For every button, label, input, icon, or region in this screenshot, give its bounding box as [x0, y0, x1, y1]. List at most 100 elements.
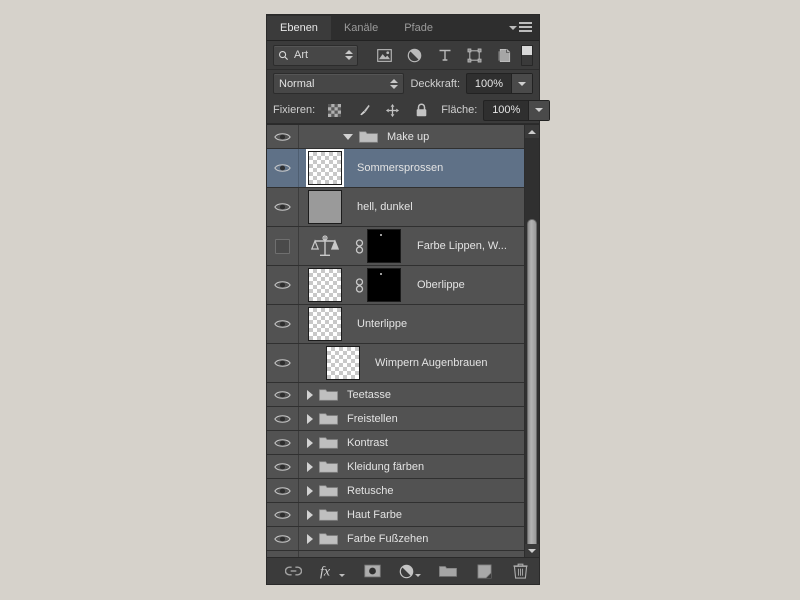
- layer-thumbnail-slot[interactable]: [299, 190, 351, 224]
- table-row[interactable]: Haut Farbe: [267, 503, 525, 527]
- layer-visibility-toggle[interactable]: [267, 344, 299, 382]
- table-row[interactable]: Freistellen: [267, 407, 525, 431]
- layer-thumbnail-slot[interactable]: [299, 307, 351, 341]
- table-row[interactable]: Sommersprossen: [267, 149, 525, 188]
- table-row[interactable]: Oberlippe: [267, 266, 525, 305]
- folder-icon: [319, 461, 338, 473]
- layer-visibility-toggle[interactable]: [267, 455, 299, 478]
- layer-mask-thumbnail[interactable]: [367, 268, 401, 302]
- adjustment-thumbnail-slot[interactable]: [299, 234, 351, 258]
- table-row[interactable]: Wimpern Augenbrauen: [267, 344, 525, 383]
- fill-label: Fläche:: [441, 104, 478, 116]
- filter-kind-select[interactable]: Art: [273, 44, 359, 66]
- panel-menu-icon[interactable]: [509, 20, 532, 34]
- table-row[interactable]: Vorbereitung: [267, 551, 525, 557]
- lock-image-pixels-icon[interactable]: [356, 103, 371, 118]
- table-row[interactable]: hell, dunkel: [267, 188, 525, 227]
- fill-dropdown-icon[interactable]: [528, 100, 550, 120]
- group-disclosure-closed-icon[interactable]: [307, 389, 313, 400]
- scroll-up-button[interactable]: [525, 125, 539, 138]
- group-disclosure-closed-icon[interactable]: [307, 437, 313, 448]
- delete-layer-icon[interactable]: [511, 562, 529, 580]
- table-row[interactable]: Make up: [267, 125, 525, 149]
- lock-all-icon[interactable]: [414, 103, 429, 118]
- group-disclosure-closed-icon[interactable]: [307, 509, 313, 520]
- group-disclosure-closed-icon[interactable]: [307, 533, 313, 544]
- layer-thumbnail-slot[interactable]: [317, 346, 369, 380]
- layer-mask-thumbnail[interactable]: [367, 229, 401, 263]
- eye-icon: [274, 438, 291, 447]
- filter-enable-toggle[interactable]: [521, 44, 533, 66]
- tab-pfade[interactable]: Pfade: [391, 16, 446, 40]
- layer-thumbnail[interactable]: [326, 346, 360, 380]
- link-icon: [355, 277, 363, 293]
- new-layer-icon[interactable]: [475, 562, 493, 580]
- scrollbar-track[interactable]: [525, 138, 539, 551]
- group-disclosure-closed-icon[interactable]: [307, 461, 313, 472]
- mask-link-slot[interactable]: [351, 277, 367, 293]
- layer-thumbnail[interactable]: [308, 190, 342, 224]
- layer-visibility-toggle[interactable]: [267, 503, 299, 526]
- layer-thumbnail[interactable]: [308, 307, 342, 341]
- layer-style-fx-icon[interactable]: fx: [320, 563, 345, 579]
- scroll-down-button[interactable]: [525, 544, 539, 557]
- group-disclosure-open-icon[interactable]: [343, 133, 353, 140]
- layer-thumbnail-slot[interactable]: [299, 149, 351, 187]
- layer-visibility-toggle[interactable]: [267, 125, 299, 148]
- layer-visibility-toggle[interactable]: [267, 305, 299, 343]
- panel-menu-lines-icon: [519, 22, 532, 32]
- layer-visibility-toggle[interactable]: [267, 227, 299, 265]
- mask-link-slot[interactable]: [351, 238, 367, 254]
- group-disclosure-closed-icon[interactable]: [307, 413, 313, 424]
- layer-visibility-toggle[interactable]: [267, 527, 299, 550]
- shape-layer-filter-icon[interactable]: [466, 47, 483, 64]
- table-row[interactable]: Kleidung färben: [267, 455, 525, 479]
- group-disclosure-closed-icon[interactable]: [307, 485, 313, 496]
- adjustment-layer-filter-icon[interactable]: [406, 47, 423, 64]
- layer-thumbnail[interactable]: [306, 149, 344, 187]
- layer-visibility-toggle[interactable]: [267, 431, 299, 454]
- tab-ebenen[interactable]: Ebenen: [267, 16, 331, 40]
- type-layer-filter-icon[interactable]: [436, 47, 453, 64]
- layer-visibility-toggle[interactable]: [267, 551, 299, 557]
- blend-mode-select[interactable]: Normal: [273, 73, 405, 94]
- layer-name: Kontrast: [347, 436, 388, 449]
- layer-name: Vorbereitung: [347, 557, 409, 558]
- layer-content: Vorbereitung: [299, 551, 525, 558]
- layer-visibility-toggle[interactable]: [267, 188, 299, 226]
- tab-kanaele[interactable]: Kanäle: [331, 16, 391, 40]
- table-row[interactable]: Farbe Lippen, W...: [267, 227, 525, 266]
- filter-kind-stepper-icon[interactable]: [345, 50, 354, 60]
- fill-field[interactable]: 100%: [483, 99, 551, 121]
- eye-icon: [274, 132, 291, 141]
- layer-visibility-toggle[interactable]: [267, 479, 299, 502]
- lock-position-icon[interactable]: [385, 103, 400, 118]
- layer-mask-slot[interactable]: [367, 229, 411, 263]
- layer-visibility-toggle[interactable]: [267, 383, 299, 406]
- opacity-field[interactable]: 100%: [466, 73, 533, 94]
- blend-mode-stepper-icon[interactable]: [390, 78, 399, 89]
- layer-visibility-toggle[interactable]: [267, 266, 299, 304]
- folder-icon: [319, 389, 338, 401]
- link-layers-icon[interactable]: [284, 562, 302, 580]
- new-adjustment-layer-icon[interactable]: [399, 564, 421, 579]
- layer-thumbnail[interactable]: [308, 268, 342, 302]
- layer-list-scrollbar[interactable]: [524, 125, 539, 557]
- table-row[interactable]: Unterlippe: [267, 305, 525, 344]
- lock-transparent-pixels-icon[interactable]: [327, 103, 342, 118]
- layer-mask-slot[interactable]: [367, 268, 411, 302]
- table-row[interactable]: Kontrast: [267, 431, 525, 455]
- new-group-icon[interactable]: [439, 562, 457, 580]
- layer-visibility-toggle[interactable]: [267, 407, 299, 430]
- table-row[interactable]: Retusche: [267, 479, 525, 503]
- pixel-layer-filter-icon[interactable]: [376, 47, 393, 64]
- add-layer-mask-icon[interactable]: [363, 562, 381, 580]
- layer-visibility-toggle[interactable]: [267, 149, 299, 187]
- table-row[interactable]: Teetasse: [267, 383, 525, 407]
- opacity-dropdown-icon[interactable]: [511, 74, 532, 93]
- scrollbar-thumb[interactable]: [527, 219, 537, 551]
- smart-object-filter-icon[interactable]: [496, 47, 513, 64]
- layer-thumbnail-slot[interactable]: [299, 268, 351, 302]
- eye-icon: [274, 203, 291, 211]
- table-row[interactable]: Farbe Fußzehen: [267, 527, 525, 551]
